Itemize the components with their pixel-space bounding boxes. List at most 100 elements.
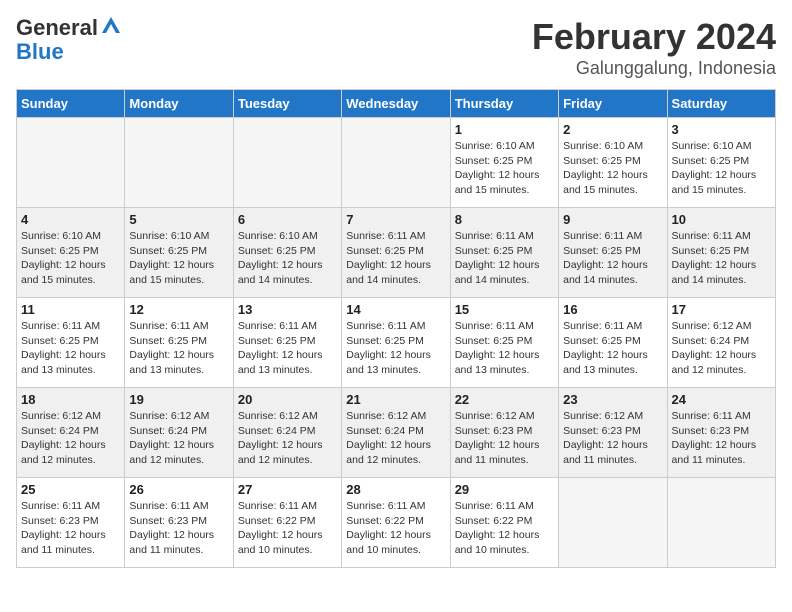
day-number: 13 — [238, 302, 337, 317]
calendar-cell: 3 Sunrise: 6:10 AM Sunset: 6:25 PM Daylig… — [667, 118, 775, 208]
day-number: 21 — [346, 392, 445, 407]
day-number: 2 — [563, 122, 662, 137]
day-info: Sunrise: 6:11 AM Sunset: 6:22 PM Dayligh… — [455, 499, 554, 558]
calendar-cell — [125, 118, 233, 208]
logo-icon — [100, 15, 122, 37]
logo: General Blue — [16, 16, 122, 64]
calendar-cell: 11 Sunrise: 6:11 AM Sunset: 6:25 PM Dayli… — [17, 298, 125, 388]
weekday-header-friday: Friday — [559, 90, 667, 118]
calendar-cell: 20 Sunrise: 6:12 AM Sunset: 6:24 PM Dayli… — [233, 388, 341, 478]
calendar-cell: 22 Sunrise: 6:12 AM Sunset: 6:23 PM Dayli… — [450, 388, 558, 478]
day-number: 6 — [238, 212, 337, 227]
calendar-cell: 18Sunrise: 6:12 AM Sunset: 6:24 PM Dayli… — [17, 388, 125, 478]
weekday-header-tuesday: Tuesday — [233, 90, 341, 118]
day-info: Sunrise: 6:11 AM Sunset: 6:25 PM Dayligh… — [21, 319, 120, 378]
calendar-cell: 25 Sunrise: 6:11 AM Sunset: 6:23 PM Dayli… — [17, 478, 125, 568]
day-info: Sunrise: 6:11 AM Sunset: 6:22 PM Dayligh… — [346, 499, 445, 558]
day-number: 12 — [129, 302, 228, 317]
day-info: Sunrise: 6:11 AM Sunset: 6:25 PM Dayligh… — [563, 319, 662, 378]
day-number: 8 — [455, 212, 554, 227]
calendar-cell: 6Sunrise: 6:10 AM Sunset: 6:25 PM Daylig… — [233, 208, 341, 298]
day-number: 26 — [129, 482, 228, 497]
calendar-cell: 4 Sunrise: 6:10 AM Sunset: 6:25 PM Daylig… — [17, 208, 125, 298]
day-number: 3 — [672, 122, 771, 137]
day-info: Sunrise: 6:10 AM Sunset: 6:25 PM Dayligh… — [455, 139, 554, 198]
calendar-cell: 29 Sunrise: 6:11 AM Sunset: 6:22 PM Dayli… — [450, 478, 558, 568]
day-number: 9 — [563, 212, 662, 227]
day-number: 11 — [21, 302, 120, 317]
day-number: 29 — [455, 482, 554, 497]
weekday-header-thursday: Thursday — [450, 90, 558, 118]
day-number: 28 — [346, 482, 445, 497]
calendar-cell: 13 Sunrise: 6:11 AM Sunset: 6:25 PM Dayli… — [233, 298, 341, 388]
day-info: Sunrise: 6:10 AM Sunset: 6:25 PM Dayligh… — [563, 139, 662, 198]
title-area: February 2024 Galunggalung, Indonesia — [532, 16, 776, 79]
calendar-cell: 15Sunrise: 6:11 AM Sunset: 6:25 PM Dayli… — [450, 298, 558, 388]
day-info: Sunrise: 6:12 AM Sunset: 6:24 PM Dayligh… — [129, 409, 228, 468]
calendar: SundayMondayTuesdayWednesdayThursdayFrid… — [16, 89, 776, 568]
calendar-cell: 14 Sunrise: 6:11 AM Sunset: 6:25 PM Dayli… — [342, 298, 450, 388]
day-info: Sunrise: 6:12 AM Sunset: 6:24 PM Dayligh… — [238, 409, 337, 468]
day-number: 22 — [455, 392, 554, 407]
day-number: 10 — [672, 212, 771, 227]
weekday-header-sunday: Sunday — [17, 90, 125, 118]
day-info: Sunrise: 6:11 AM Sunset: 6:25 PM Dayligh… — [672, 229, 771, 288]
day-number: 23 — [563, 392, 662, 407]
calendar-cell: 24 Sunrise: 6:11 AM Sunset: 6:23 PM Dayli… — [667, 388, 775, 478]
calendar-cell: 5 Sunrise: 6:10 AM Sunset: 6:25 PM Daylig… — [125, 208, 233, 298]
calendar-cell — [233, 118, 341, 208]
day-number: 27 — [238, 482, 337, 497]
day-info: Sunrise: 6:12 AM Sunset: 6:24 PM Dayligh… — [21, 409, 120, 468]
day-info: Sunrise: 6:11 AM Sunset: 6:25 PM Dayligh… — [346, 229, 445, 288]
day-number: 19 — [129, 392, 228, 407]
day-number: 1 — [455, 122, 554, 137]
calendar-cell: 9Sunrise: 6:11 AM Sunset: 6:25 PM Daylig… — [559, 208, 667, 298]
day-info: Sunrise: 6:11 AM Sunset: 6:25 PM Dayligh… — [346, 319, 445, 378]
day-info: Sunrise: 6:11 AM Sunset: 6:23 PM Dayligh… — [672, 409, 771, 468]
day-info: Sunrise: 6:12 AM Sunset: 6:23 PM Dayligh… — [563, 409, 662, 468]
day-info: Sunrise: 6:11 AM Sunset: 6:23 PM Dayligh… — [21, 499, 120, 558]
day-info: Sunrise: 6:10 AM Sunset: 6:25 PM Dayligh… — [129, 229, 228, 288]
day-info: Sunrise: 6:10 AM Sunset: 6:25 PM Dayligh… — [672, 139, 771, 198]
calendar-cell — [342, 118, 450, 208]
day-number: 5 — [129, 212, 228, 227]
calendar-cell: 23 Sunrise: 6:12 AM Sunset: 6:23 PM Dayli… — [559, 388, 667, 478]
day-info: Sunrise: 6:12 AM Sunset: 6:24 PM Dayligh… — [346, 409, 445, 468]
weekday-header-wednesday: Wednesday — [342, 90, 450, 118]
day-number: 25 — [21, 482, 120, 497]
day-number: 16 — [563, 302, 662, 317]
day-info: Sunrise: 6:11 AM Sunset: 6:25 PM Dayligh… — [455, 229, 554, 288]
day-number: 24 — [672, 392, 771, 407]
weekday-header-saturday: Saturday — [667, 90, 775, 118]
calendar-cell: 17 Sunrise: 6:12 AM Sunset: 6:24 PM Dayli… — [667, 298, 775, 388]
calendar-cell: 21 Sunrise: 6:12 AM Sunset: 6:24 PM Dayli… — [342, 388, 450, 478]
day-number: 14 — [346, 302, 445, 317]
day-info: Sunrise: 6:11 AM Sunset: 6:22 PM Dayligh… — [238, 499, 337, 558]
calendar-cell: 19 Sunrise: 6:12 AM Sunset: 6:24 PM Dayli… — [125, 388, 233, 478]
day-info: Sunrise: 6:11 AM Sunset: 6:25 PM Dayligh… — [129, 319, 228, 378]
calendar-cell — [17, 118, 125, 208]
calendar-cell: 1 Sunrise: 6:10 AM Sunset: 6:25 PM Daylig… — [450, 118, 558, 208]
calendar-cell — [559, 478, 667, 568]
logo-text-blue: Blue — [16, 40, 122, 64]
day-number: 17 — [672, 302, 771, 317]
calendar-cell: 7 Sunrise: 6:11 AM Sunset: 6:25 PM Daylig… — [342, 208, 450, 298]
weekday-header-monday: Monday — [125, 90, 233, 118]
calendar-cell: 10 Sunrise: 6:11 AM Sunset: 6:25 PM Dayli… — [667, 208, 775, 298]
calendar-cell: 12 Sunrise: 6:11 AM Sunset: 6:25 PM Dayli… — [125, 298, 233, 388]
calendar-cell: 2 Sunrise: 6:10 AM Sunset: 6:25 PM Daylig… — [559, 118, 667, 208]
calendar-cell: 26 Sunrise: 6:11 AM Sunset: 6:23 PM Dayli… — [125, 478, 233, 568]
calendar-cell: 27 Sunrise: 6:11 AM Sunset: 6:22 PM Dayli… — [233, 478, 341, 568]
day-info: Sunrise: 6:12 AM Sunset: 6:24 PM Dayligh… — [672, 319, 771, 378]
day-info: Sunrise: 6:11 AM Sunset: 6:25 PM Dayligh… — [238, 319, 337, 378]
day-info: Sunrise: 6:11 AM Sunset: 6:23 PM Dayligh… — [129, 499, 228, 558]
day-info: Sunrise: 6:10 AM Sunset: 6:25 PM Dayligh… — [21, 229, 120, 288]
day-number: 4 — [21, 212, 120, 227]
day-info: Sunrise: 6:12 AM Sunset: 6:23 PM Dayligh… — [455, 409, 554, 468]
day-number: 7 — [346, 212, 445, 227]
location-title: Galunggalung, Indonesia — [532, 58, 776, 79]
logo-text-general: General — [16, 16, 98, 40]
calendar-cell: 16 Sunrise: 6:11 AM Sunset: 6:25 PM Dayli… — [559, 298, 667, 388]
calendar-cell — [667, 478, 775, 568]
day-number: 20 — [238, 392, 337, 407]
